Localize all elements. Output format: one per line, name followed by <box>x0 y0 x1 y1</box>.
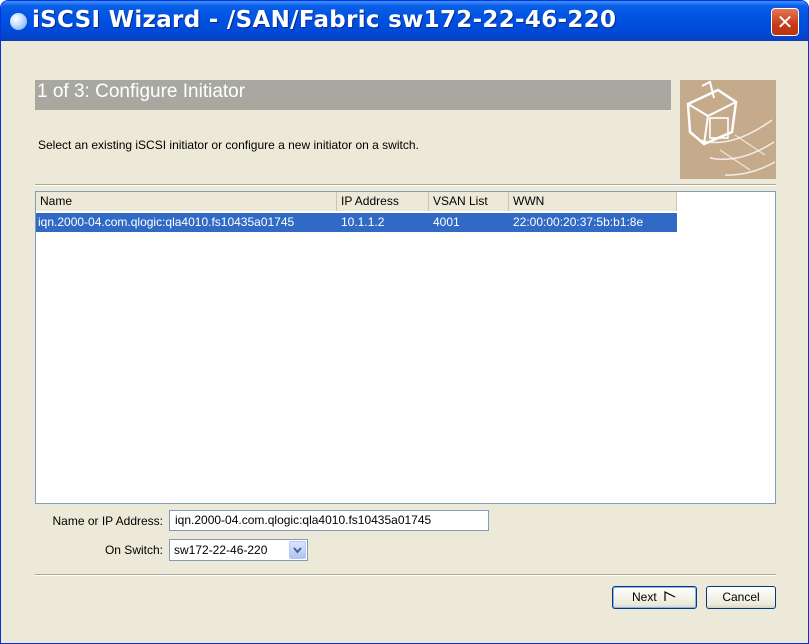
name-or-ip-input[interactable]: iqn.2000-04.com.qlogic:qla4010.fs10435a0… <box>169 510 489 531</box>
step-title: 1 of 3: Configure Initiator <box>37 81 246 102</box>
cell-name: iqn.2000-04.com.qlogic:qla4010.fs10435a0… <box>38 215 295 229</box>
column-header-wwn[interactable]: WWN <box>509 192 677 211</box>
name-or-ip-label: Name or IP Address: <box>52 514 164 528</box>
initiator-table: Name IP Address VSAN List WWN iqn.2000-0… <box>35 191 776 504</box>
wizard-computer-icon <box>680 80 776 179</box>
cell-wwn: 22:00:00:20:37:5b:b1:8e <box>513 215 644 229</box>
close-button[interactable]: ✕ <box>771 8 799 36</box>
chevron-down-icon <box>293 547 302 554</box>
next-arrow-icon <box>664 591 676 601</box>
switch-select[interactable]: sw172-22-46-220 <box>169 539 308 561</box>
cell-ip: 10.1.1.2 <box>341 215 385 229</box>
column-header-name[interactable]: Name <box>36 192 337 211</box>
switch-dropdown-button[interactable] <box>289 541 306 559</box>
cell-vsan: 4001 <box>433 215 460 229</box>
title-bar[interactable]: iSCSI Wizard - /SAN/Fabric sw172-22-46-2… <box>1 1 808 41</box>
cancel-button[interactable]: Cancel <box>706 586 776 609</box>
window-title: iSCSI Wizard - /SAN/Fabric sw172-22-46-2… <box>32 7 617 33</box>
wizard-window: iSCSI Wizard - /SAN/Fabric sw172-22-46-2… <box>0 0 809 644</box>
next-button-label: Next <box>631 590 657 604</box>
separator-top <box>35 184 776 186</box>
column-header-vsan[interactable]: VSAN List <box>429 192 509 211</box>
separator-bottom <box>35 574 776 576</box>
close-icon: ✕ <box>776 10 794 34</box>
column-header-ip[interactable]: IP Address <box>337 192 429 211</box>
on-switch-label: On Switch: <box>104 543 163 557</box>
switch-select-value: sw172-22-46-220 <box>174 543 268 557</box>
table-row[interactable]: iqn.2000-04.com.qlogic:qla4010.fs10435a0… <box>36 213 677 232</box>
next-button[interactable]: Next <box>612 586 697 609</box>
wizard-subtitle: Select an existing iSCSI initiator or co… <box>38 138 419 152</box>
globe-icon <box>10 13 27 30</box>
